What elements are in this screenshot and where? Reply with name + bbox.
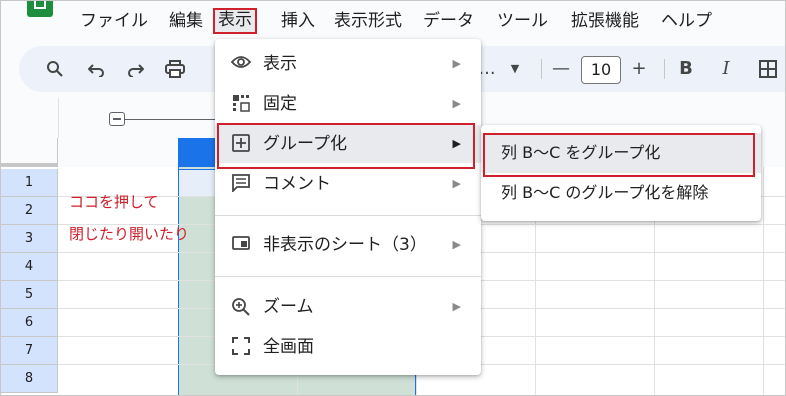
ungroup-columns-b-c[interactable]: 列 B〜C のグループ化を解除 — [481, 173, 761, 213]
menu-help[interactable]: ヘルプ — [661, 9, 712, 33]
submenu-arrow-icon: ▶ — [452, 238, 461, 251]
row-header[interactable]: 4 — [1, 253, 58, 281]
group-line — [125, 119, 215, 120]
font-size-decrease-button[interactable]: — — [549, 46, 573, 92]
submenu-arrow-icon: ▶ — [452, 300, 461, 313]
view-menu-item-fullscreen[interactable]: 全画面 — [215, 328, 481, 366]
menu-view[interactable]: 表示 — [213, 8, 257, 34]
view-menu-item-comments[interactable]: コメント ▶ — [215, 165, 481, 203]
view-menu-item-hidden-sheets[interactable]: 非表示のシート（3） ▶ — [215, 226, 481, 264]
view-menu-item-zoom[interactable]: ズーム ▶ — [215, 288, 481, 326]
view-menu-dropdown: 表示 ▶ 固定 ▶ グループ化 ▶ コメント ▶ 非表示のシート（3） ▶ ズー… — [215, 39, 481, 375]
row-header[interactable]: 2 — [1, 197, 58, 225]
row-header[interactable]: 1 — [1, 169, 58, 197]
font-size-input[interactable]: 10 — [581, 56, 621, 84]
view-menu-item-freeze[interactable]: 固定 ▶ — [215, 85, 481, 123]
zoom-icon — [231, 297, 251, 317]
redo-icon[interactable] — [121, 46, 149, 92]
freeze-icon — [231, 94, 251, 114]
menu-label: 固定 — [263, 94, 297, 114]
menubar: ファイル 編集 表示 挿入 表示形式 データ ツール 拡張機能 ヘルプ — [1, 1, 785, 41]
annotation-line-1: ココを押して — [69, 193, 159, 211]
highlight-group-columns — [483, 133, 755, 177]
row-header[interactable]: 6 — [1, 309, 58, 337]
submenu-arrow-icon: ▶ — [452, 97, 461, 110]
column-header-a[interactable] — [58, 138, 178, 168]
menu-label: コメント — [263, 174, 331, 194]
menu-format[interactable]: 表示形式 — [334, 9, 402, 33]
menu-label: 非表示のシート（3） — [263, 235, 427, 255]
toolbar-divider — [664, 59, 665, 79]
active-cell[interactable] — [178, 169, 218, 197]
chevron-down-icon[interactable]: ▼ — [503, 46, 527, 92]
menu-extensions[interactable]: 拡張機能 — [571, 9, 639, 33]
hidden-sheet-icon — [231, 235, 251, 255]
highlight-group-item — [217, 123, 475, 169]
column-header-b-selected[interactable] — [178, 138, 218, 168]
fullscreen-icon — [231, 337, 251, 357]
menu-insert[interactable]: 挿入 — [281, 9, 315, 33]
search-icon[interactable] — [41, 46, 69, 92]
app-window: ファイル 編集 表示 挿入 表示形式 データ ツール 拡張機能 ヘルプ ... … — [0, 0, 786, 396]
annotation-line-2: 閉じたり開いたり — [69, 225, 190, 243]
submenu-arrow-icon: ▶ — [452, 177, 461, 190]
print-icon[interactable] — [161, 46, 189, 92]
row-header[interactable]: 3 — [1, 225, 58, 253]
italic-button[interactable]: I — [713, 46, 739, 92]
menu-label: 表示 — [263, 54, 297, 74]
menu-label: 列 B〜C のグループ化を解除 — [501, 183, 709, 202]
menu-file[interactable]: ファイル — [80, 9, 148, 33]
menu-label: 全画面 — [263, 337, 314, 357]
row-header[interactable]: 7 — [1, 337, 58, 365]
borders-icon[interactable] — [755, 46, 781, 92]
menu-edit[interactable]: 編集 — [169, 9, 203, 33]
submenu-arrow-icon: ▶ — [452, 57, 461, 70]
row-header[interactable]: 5 — [1, 281, 58, 309]
font-size-increase-button[interactable]: + — [627, 46, 651, 92]
eye-icon — [230, 54, 252, 74]
row-header[interactable]: 8 — [1, 365, 58, 393]
menu-divider — [215, 215, 481, 216]
comment-icon — [231, 174, 251, 194]
toolbar-divider — [541, 59, 542, 79]
sheets-logo-icon[interactable] — [27, 1, 53, 17]
menu-tools[interactable]: ツール — [497, 9, 548, 33]
bold-button[interactable]: B — [673, 46, 699, 92]
undo-icon[interactable] — [83, 46, 111, 92]
menu-data[interactable]: データ — [423, 9, 474, 33]
group-collapse-icon[interactable] — [109, 112, 125, 126]
menu-label: ズーム — [263, 297, 314, 317]
view-menu-item-show[interactable]: 表示 ▶ — [215, 45, 481, 83]
menu-divider — [215, 276, 481, 277]
